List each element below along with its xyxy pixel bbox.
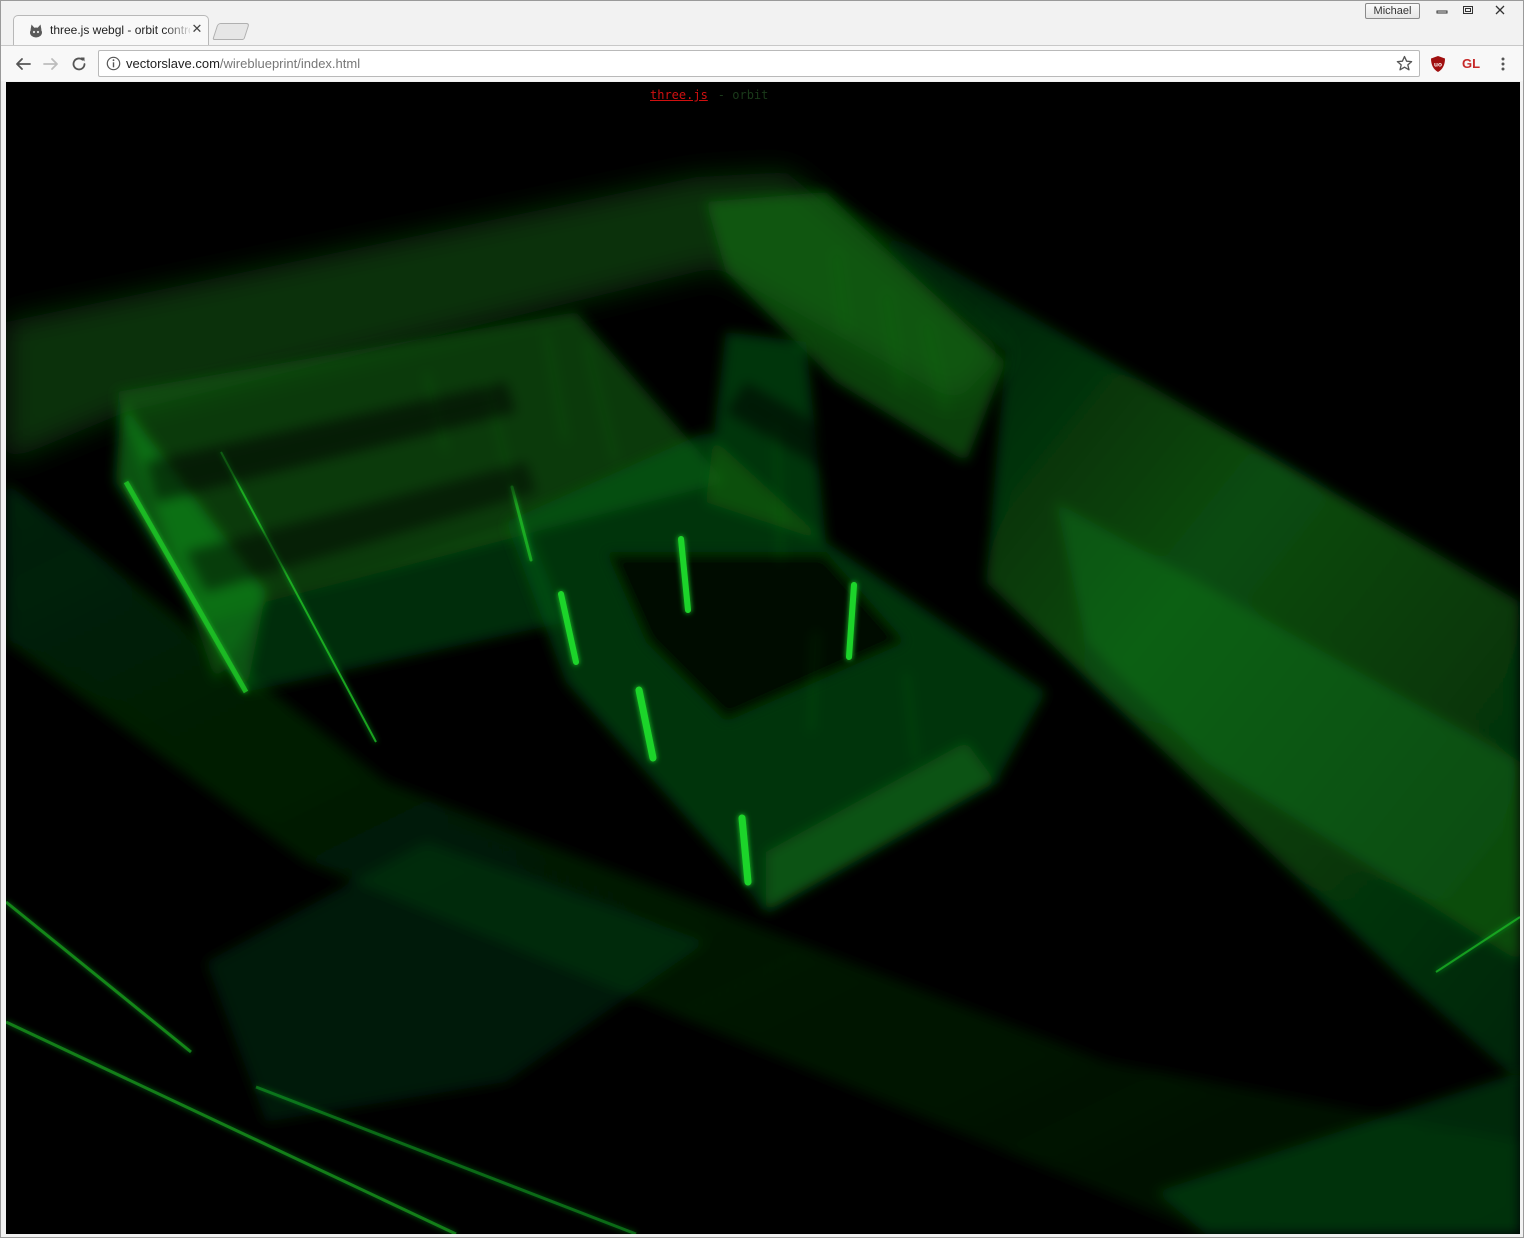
reload-button[interactable] [67,52,91,76]
info-text: - orbit [717,88,769,102]
minimize-button[interactable] [1429,1,1455,19]
forward-button[interactable] [39,52,63,76]
browser-toolbar: vectorslave.com/wireblueprint/index.html… [1,45,1523,81]
forward-arrow-icon [43,58,58,70]
tab-close-icon[interactable]: ✕ [190,22,204,38]
back-arrow-icon [16,58,31,70]
url-host: vectorslave.com [126,56,220,71]
url-text[interactable]: vectorslave.com/wireblueprint/index.html [126,56,360,72]
window-controls [1429,1,1521,19]
tab-strip: three.js webgl - orbit controls ✕ Michae… [1,1,1523,45]
tab-active[interactable]: three.js webgl - orbit controls ✕ [13,15,209,45]
svg-text:uo: uo [1434,62,1442,69]
reload-icon [72,57,86,71]
close-icon [1495,5,1505,15]
close-window-button[interactable] [1485,1,1515,19]
minimize-icon [1436,10,1448,14]
webgl-viewport[interactable]: three.js - orbit [6,82,1520,1234]
address-bar[interactable]: vectorslave.com/wireblueprint/index.html [98,50,1420,77]
maximize-button[interactable] [1455,1,1481,19]
back-button[interactable] [11,52,35,76]
star-icon[interactable] [1396,55,1413,72]
threejs-link[interactable]: three.js [650,88,708,102]
wireframe-scene[interactable] [6,82,1520,1234]
profile-button[interactable]: Michael [1365,3,1420,19]
kebab-menu-icon[interactable] [1495,55,1511,73]
info-overlay: three.js - orbit [650,88,768,102]
gl-extension-button[interactable]: GL [1460,55,1482,73]
ublock-shield-icon[interactable]: uo [1429,55,1447,73]
browser-window: three.js webgl - orbit controls ✕ Michae… [0,0,1524,1238]
threejs-favicon-icon [30,24,42,38]
restore-icon [1463,6,1473,14]
info-icon[interactable] [106,56,121,71]
new-tab-button[interactable] [212,23,250,40]
url-path: /wireblueprint/index.html [219,56,361,71]
